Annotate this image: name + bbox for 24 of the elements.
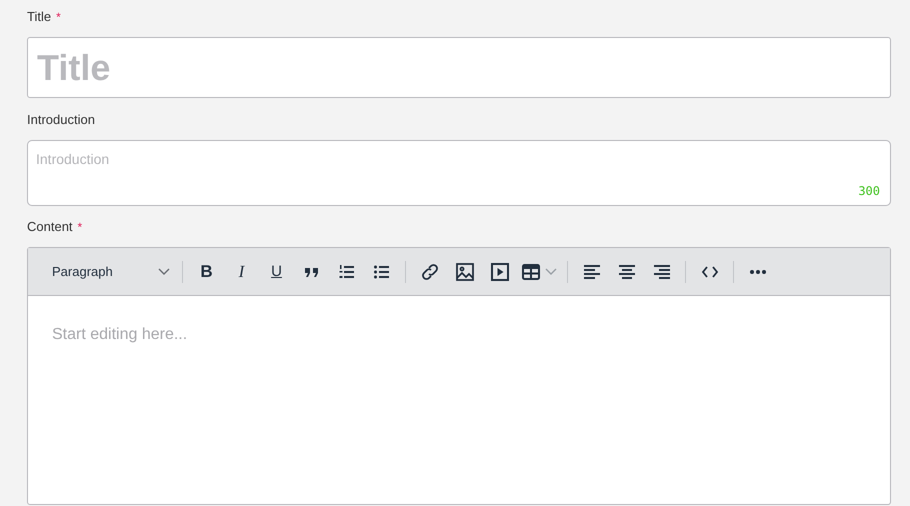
- chevron-down-icon: [545, 268, 557, 276]
- field-label: Introduction: [27, 112, 95, 127]
- more-icon: [750, 270, 766, 274]
- align-right-icon: [652, 262, 670, 280]
- table-icon: [521, 262, 541, 282]
- character-counter: 300: [858, 184, 880, 198]
- play-icon: [490, 262, 510, 282]
- block-format-dropdown[interactable]: Paragraph: [46, 256, 176, 288]
- field-label: Title: [27, 9, 52, 24]
- bullet-list-icon: [372, 262, 390, 280]
- required-mark: *: [56, 10, 61, 24]
- align-center-icon: [618, 262, 636, 280]
- editor-placeholder: Start editing here...: [52, 326, 188, 343]
- italic-button[interactable]: I: [224, 254, 259, 288]
- bold-button[interactable]: B: [189, 254, 224, 288]
- required-mark: *: [78, 220, 82, 234]
- underline-button[interactable]: U: [259, 254, 294, 288]
- title-input[interactable]: Title: [27, 37, 891, 98]
- align-left-icon: [582, 262, 600, 280]
- numbered-list-icon: [338, 262, 356, 280]
- image-icon: [454, 262, 474, 282]
- link-icon: [420, 262, 440, 282]
- field-label: Content: [27, 219, 73, 234]
- chevron-down-icon: [158, 268, 170, 276]
